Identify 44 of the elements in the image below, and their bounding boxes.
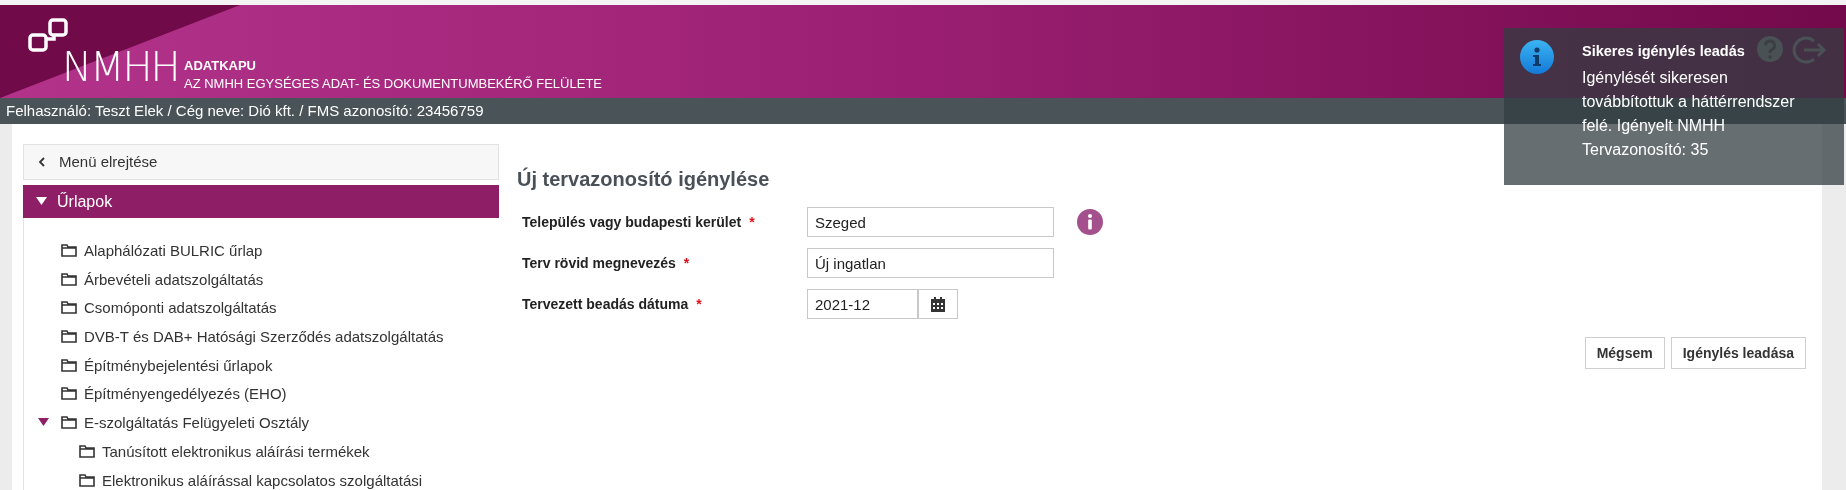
folder-icon (79, 473, 95, 487)
calendar-button[interactable] (918, 289, 958, 319)
tree-item[interactable]: Csomóponti adatszolgáltatás (84, 298, 277, 318)
tree-item[interactable]: Árbevételi adatszolgáltatás (84, 269, 264, 289)
tree-item[interactable]: Tanúsított elektronikus aláírási termékek (102, 441, 370, 461)
tree-item[interactable]: E-szolgáltatás Felügyeleti Osztály (84, 413, 310, 433)
info-icon (1520, 40, 1554, 74)
text-field[interactable]: Szeged (807, 207, 1054, 237)
toast-title: Sikeres igénylés leadás (1582, 42, 1745, 61)
tree-item[interactable]: Elektronikus aláírással kapcsolatos szolgáltatási (102, 470, 423, 490)
required-asterisk: * (696, 294, 702, 314)
required-asterisk: * (683, 253, 690, 273)
app-subtitle: AZ NMHH EGYSÉGES ADAT- ÉS DOKUMENTUMBEKÉRŐ FELÜLETE (184, 75, 602, 93)
tree-item[interactable]: Alaphálózati BULRIC űrlap (84, 241, 263, 260)
date-field[interactable]: 2021-12 (807, 289, 918, 319)
folder-icon (61, 244, 77, 257)
text-field[interactable]: Új ingatlan (807, 248, 1054, 278)
caret-down-icon[interactable] (38, 417, 49, 429)
page-title: Új tervazonosító igénylése (517, 166, 771, 192)
field-label: Terv rövid megnevezés (522, 253, 676, 273)
tree-item[interactable]: Építményengedélyezés (EHO) (84, 384, 287, 404)
field-label: Település vagy budapesti kerület (522, 212, 742, 232)
required-asterisk: * (749, 212, 755, 232)
folder-icon (61, 387, 77, 401)
calendar-icon (931, 296, 945, 312)
folder-icon (79, 444, 95, 458)
action-button[interactable]: Mégsem (1584, 337, 1665, 369)
hide-menu-button[interactable]: Menü elrejtése (23, 144, 499, 180)
app-name: ADATKAPU (184, 57, 257, 75)
action-button[interactable]: Igénylés leadása (1670, 337, 1806, 369)
folder-icon (61, 301, 77, 315)
tree-item[interactable]: DVB-T és DAB+ Hatósági Szerződés adatszolgáltatás (84, 327, 444, 347)
tree-item[interactable]: Építménybejelentési űrlapok (84, 355, 273, 375)
info-icon[interactable] (1076, 208, 1104, 236)
chevron-left-icon (38, 157, 45, 167)
folder-icon (61, 416, 77, 430)
user-info-text: Felhasználó: Teszt Elek / Cég neve: Dió kft. / FMS azonosító: 23456759 (6, 100, 484, 121)
folder-icon (61, 330, 77, 344)
logo-text: NMHH (62, 47, 179, 87)
folder-icon (61, 358, 77, 372)
folder-icon (61, 272, 77, 286)
section-header[interactable]: Űrlapok (23, 185, 499, 218)
field-label: Tervezett beadás dátuma (522, 294, 689, 314)
toast-message: Igénylését sikeresen továbbítottuk a háttérrendszer felé. Igényelt NMHH Tervazonosító: 35 (1582, 68, 1796, 160)
